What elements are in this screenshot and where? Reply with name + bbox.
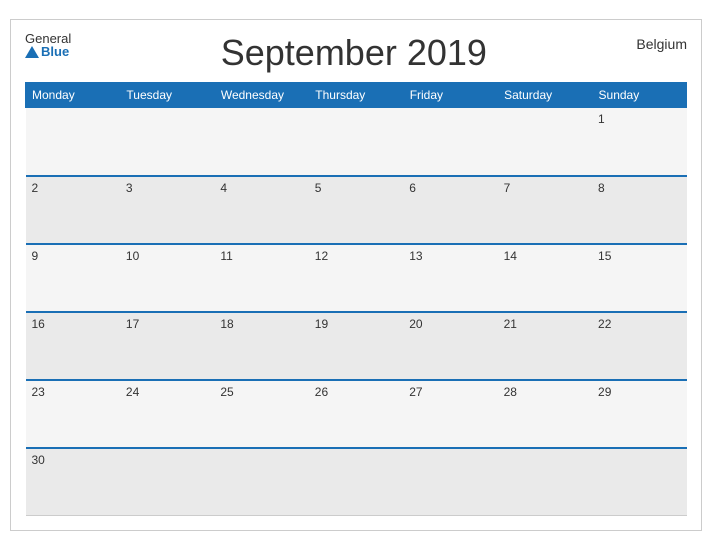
day-cell-19: 19 [309, 312, 403, 380]
week-row-5: 23242526272829 [26, 380, 687, 448]
header-monday: Monday [26, 83, 120, 108]
empty-cell [120, 448, 214, 516]
day-cell-25: 25 [214, 380, 308, 448]
day-cell-3: 3 [120, 176, 214, 244]
empty-cell [214, 448, 308, 516]
logo: General Blue [25, 32, 71, 58]
day-cell-10: 10 [120, 244, 214, 312]
empty-cell [214, 108, 308, 176]
header-thursday: Thursday [309, 83, 403, 108]
day-cell-21: 21 [498, 312, 592, 380]
week-row-1: 1 [26, 108, 687, 176]
day-cell-16: 16 [26, 312, 120, 380]
empty-cell [498, 448, 592, 516]
day-cell-12: 12 [309, 244, 403, 312]
empty-cell [120, 108, 214, 176]
week-row-2: 2345678 [26, 176, 687, 244]
empty-cell [403, 448, 497, 516]
day-cell-13: 13 [403, 244, 497, 312]
day-cell-9: 9 [26, 244, 120, 312]
day-cell-29: 29 [592, 380, 686, 448]
day-cell-22: 22 [592, 312, 686, 380]
empty-cell [309, 448, 403, 516]
day-cell-15: 15 [592, 244, 686, 312]
header-saturday: Saturday [498, 83, 592, 108]
header-tuesday: Tuesday [120, 83, 214, 108]
day-cell-5: 5 [309, 176, 403, 244]
day-cell-23: 23 [26, 380, 120, 448]
day-cell-24: 24 [120, 380, 214, 448]
day-cell-18: 18 [214, 312, 308, 380]
day-cell-11: 11 [214, 244, 308, 312]
day-cell-30: 30 [26, 448, 120, 516]
day-cell-7: 7 [498, 176, 592, 244]
empty-cell [309, 108, 403, 176]
calendar-title: September 2019 [71, 32, 636, 74]
calendar-container: General Blue September 2019 Belgium Mond… [10, 19, 702, 531]
week-row-6: 30 [26, 448, 687, 516]
day-cell-1: 1 [592, 108, 686, 176]
day-cell-6: 6 [403, 176, 497, 244]
empty-cell [498, 108, 592, 176]
logo-triangle-icon [25, 46, 39, 58]
calendar-country: Belgium [636, 32, 687, 52]
header-friday: Friday [403, 83, 497, 108]
calendar-body: 1234567891011121314151617181920212223242… [26, 108, 687, 516]
day-cell-27: 27 [403, 380, 497, 448]
day-cell-14: 14 [498, 244, 592, 312]
week-row-3: 9101112131415 [26, 244, 687, 312]
header-sunday: Sunday [592, 83, 686, 108]
empty-cell [592, 448, 686, 516]
day-cell-20: 20 [403, 312, 497, 380]
empty-cell [403, 108, 497, 176]
empty-cell [26, 108, 120, 176]
week-row-4: 16171819202122 [26, 312, 687, 380]
day-cell-28: 28 [498, 380, 592, 448]
day-cell-4: 4 [214, 176, 308, 244]
logo-blue-text: Blue [25, 45, 71, 58]
header-wednesday: Wednesday [214, 83, 308, 108]
weekday-header-row: Monday Tuesday Wednesday Thursday Friday… [26, 83, 687, 108]
calendar-table: Monday Tuesday Wednesday Thursday Friday… [25, 82, 687, 516]
day-cell-17: 17 [120, 312, 214, 380]
calendar-header: General Blue September 2019 Belgium [25, 32, 687, 74]
day-cell-2: 2 [26, 176, 120, 244]
day-cell-26: 26 [309, 380, 403, 448]
day-cell-8: 8 [592, 176, 686, 244]
